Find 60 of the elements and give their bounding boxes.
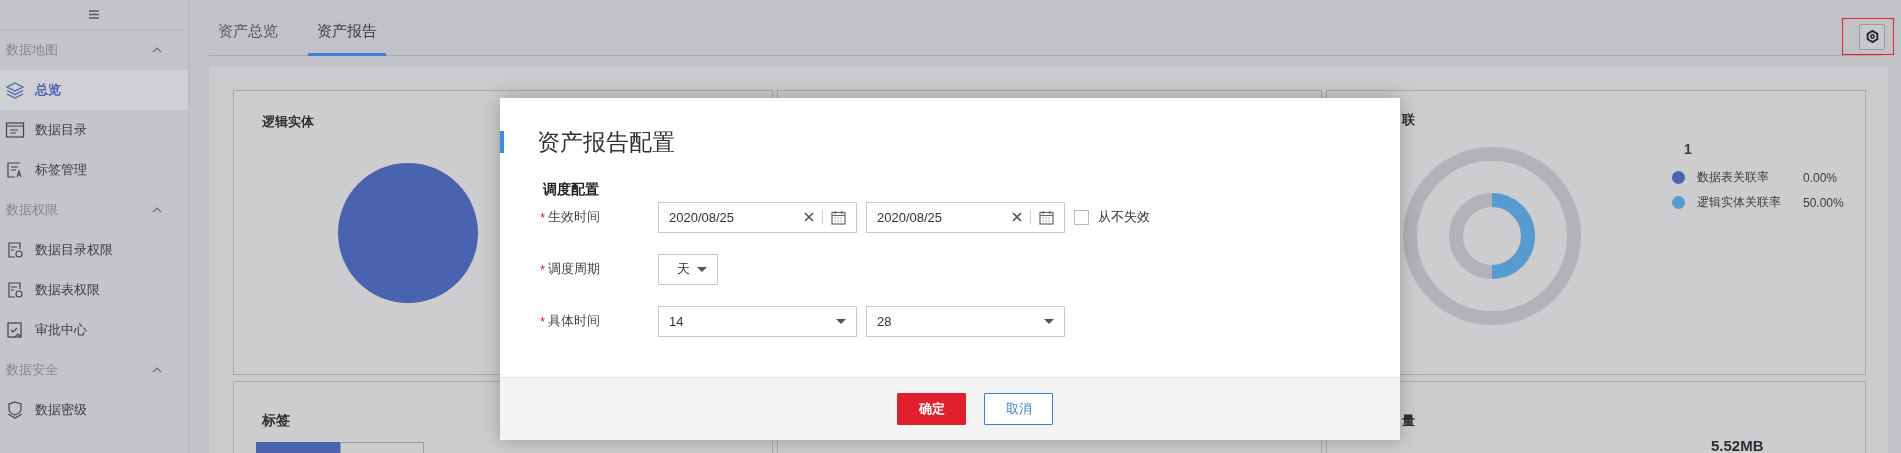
checkbox[interactable] [1074,209,1089,225]
required-mark: * [540,261,546,277]
card-title: 联 [1402,111,1415,129]
legend-value: 50.00% [1803,195,1844,210]
required-mark: * [540,313,546,329]
sidebar-item[interactable]: 数据密级 [0,390,188,430]
total-count: 1 [1684,141,1693,157]
caret-icon [836,318,846,324]
volume-value: 5.52MB [1711,437,1764,453]
title-accent-bar [500,131,504,153]
section-heading: 调度配置 [543,181,600,199]
list-icon [5,121,25,139]
field-label: 生效时间 [548,208,601,226]
card-title: 标签 [262,412,290,430]
dialog-title: 资产报告配置 [537,127,675,157]
settings-button[interactable] [1859,23,1885,50]
confirm-button[interactable]: 确定 [897,393,966,425]
date-field[interactable]: 2020/08/25 [658,201,857,233]
sidebar-group-label: 数据安全 [6,361,58,379]
sidebar-item[interactable]: 数据表权限 [0,270,188,310]
approval-icon [5,321,25,339]
dropdown[interactable]: 天 [658,253,718,285]
document-lock-icon [5,281,25,299]
chevron-up-icon[interactable] [152,207,162,213]
clear-icon[interactable] [1012,212,1022,222]
caret-icon [697,266,707,272]
sidebar-item[interactable]: 标签管理 [0,150,188,190]
field-label: 调度周期 [548,260,601,278]
sidebar-group-label: 数据权限 [6,201,58,219]
tab[interactable]: 资产总览 [209,22,287,56]
field-label: 具体时间 [548,312,601,330]
caret-icon [1044,318,1054,324]
clear-icon[interactable] [804,212,814,222]
document-letter-icon [5,161,25,179]
chevron-up-icon[interactable] [152,367,162,373]
tab[interactable]: 资产报告 [308,22,386,56]
date-field[interactable]: 2020/08/25 [866,201,1065,233]
required-mark: * [540,209,546,225]
legend-label: 数据表关联率 [1697,169,1770,186]
dropdown[interactable]: 28 [866,305,1065,337]
legend-label: 逻辑实体关联率 [1697,194,1782,211]
settings-icon [1865,30,1879,43]
calendar-icon[interactable] [831,209,846,225]
sidebar-item[interactable]: 数据目录权限 [0,230,188,270]
menu-icon[interactable] [88,10,100,19]
dropdown[interactable]: 14 [658,305,857,337]
document-lock-icon [5,241,25,259]
card-title: 量 [1402,412,1415,430]
shield-icon [5,401,25,419]
cancel-button[interactable]: 取消 [984,393,1053,425]
sidebar-item[interactable]: 数据目录 [0,110,188,150]
legend-value: 0.00% [1803,170,1838,185]
sidebar-item[interactable]: 总览 [0,70,188,110]
checkbox-label: 从不失效 [1098,208,1150,226]
calendar-icon[interactable] [1039,209,1054,225]
card-title: 逻辑实体 [262,113,314,131]
chevron-up-icon[interactable] [152,47,162,53]
sidebar-group-label: 数据地图 [6,41,58,59]
sidebar-item[interactable]: 审批中心 [0,310,188,350]
layers-icon [5,81,25,99]
